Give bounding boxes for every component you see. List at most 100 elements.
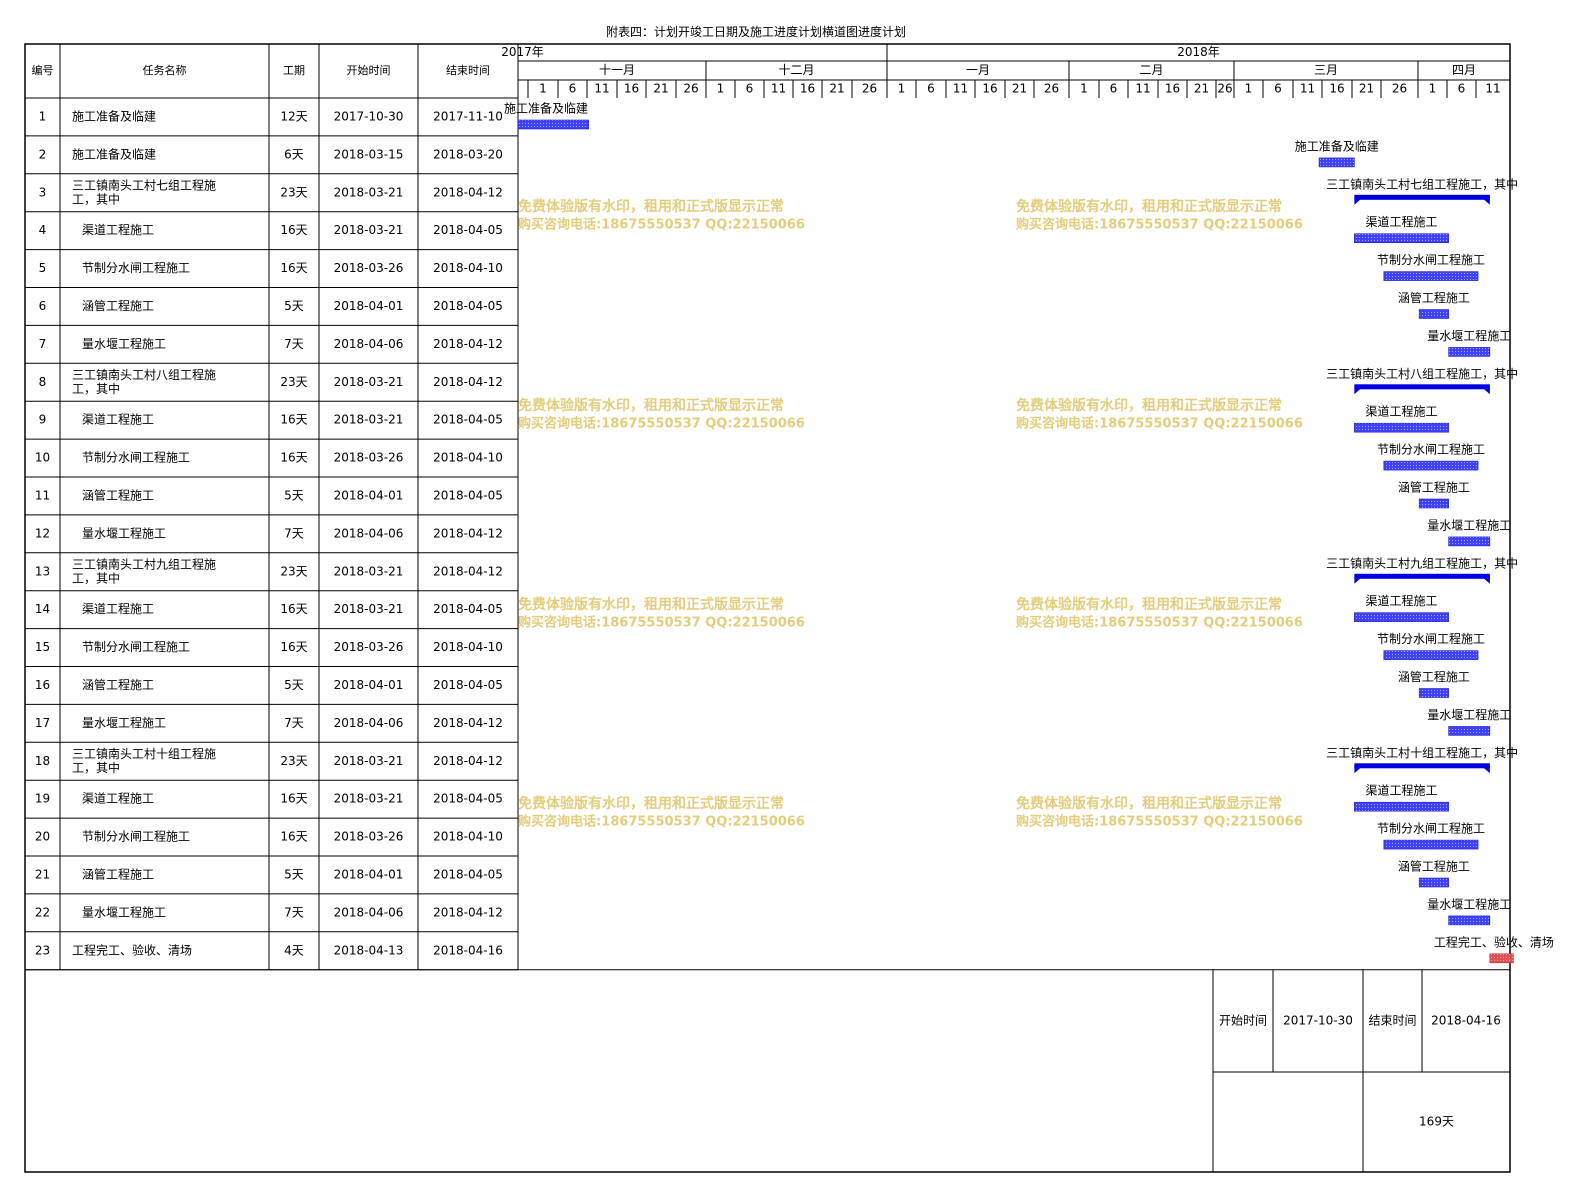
row-duration: 5天 [284,299,304,313]
row-start: 2018-03-26 [334,261,404,275]
row-name: 三工镇南头工村八组工程施 [72,367,216,382]
row-start: 2018-03-21 [334,792,404,806]
day-tick-label: 11 [771,82,786,96]
row-id: 6 [39,299,47,313]
row-start: 2017-10-30 [334,109,404,123]
bar-label: 量水堰工程施工 [1427,707,1511,722]
row-duration: 4天 [284,943,304,957]
row-id: 1 [39,109,47,123]
row-end: 2018-04-12 [433,337,503,351]
row-name: 量水堰工程施工 [82,715,166,730]
row-duration: 7天 [284,337,304,351]
row-name: 涵管工程施工 [82,487,154,502]
row-end: 2018-04-12 [433,564,503,578]
year-label: 2017年 [501,45,544,59]
bar-label: 三工镇南头工村八组工程施工，其中 [1326,366,1518,381]
row-id: 19 [35,792,50,806]
day-tick-label: 1 [717,82,725,96]
header-start: 开始时间 [347,63,391,77]
bar-label: 量水堰工程施工 [1427,328,1511,343]
watermark-line1: 免费体验版有水印，租用和正式版显示正常 [518,198,784,215]
day-tick-label: 16 [800,82,815,96]
row-start: 2018-03-21 [334,754,404,768]
row-end: 2018-04-12 [433,754,503,768]
bar-label: 三工镇南头工村七组工程施工，其中 [1326,176,1518,191]
watermark-line1: 免费体验版有水印，租用和正式版显示正常 [1016,198,1282,215]
row-end: 2018-04-05 [433,867,503,881]
row-duration: 23天 [280,564,307,578]
bar-label: 涵管工程施工 [1398,480,1470,495]
row-id: 8 [39,375,47,389]
task-bar [1383,271,1479,281]
row-duration: 16天 [280,640,307,654]
task-bar [1354,612,1449,623]
row-start: 2018-04-06 [334,526,404,540]
header-name: 任务名称 [143,63,187,77]
row-end: 2017-11-10 [433,109,503,123]
task-bar [1418,309,1449,319]
bar-label: 工程完工、验收、清场 [1434,934,1554,949]
day-tick-label: 11 [953,82,968,96]
row-name: 量水堰工程施工 [82,525,166,540]
row-end: 2018-04-05 [433,792,503,806]
row-id: 4 [39,223,47,237]
row-id: 18 [35,754,50,768]
day-tick-label: 21 [1359,82,1374,96]
task-bar [1418,688,1449,698]
bar-label: 施工准备及临建 [504,102,588,116]
row-id: 17 [35,716,50,730]
task-bar [1354,801,1449,812]
summary-total: 169天 [1419,1115,1454,1129]
bar-label: 施工准备及临建 [1295,139,1379,153]
task-bar [1448,347,1491,357]
day-tick-label: 1 [1245,82,1253,96]
bar-label: 涵管工程施工 [1398,669,1470,684]
gantt-chart: 编号 任务名称 工期 开始时间 结束时间2017年 2018年十一月 十二月 一月 二月 三月 四月… [24,43,1554,1173]
month-label: 一月 [966,63,990,77]
row-id: 13 [35,564,50,578]
row-start: 2018-04-06 [334,716,404,730]
month-label: 十一月 [599,63,635,77]
task-bar [1354,233,1449,243]
row-end: 2018-04-05 [433,223,503,237]
month-label: 四月 [1452,63,1476,77]
row-start: 2018-03-21 [334,223,404,237]
task-bar [1418,498,1449,509]
summary-end-label: 结束时间 [1368,1013,1416,1027]
row-name: 涵管工程施工 [82,298,154,313]
row-end: 2018-04-12 [433,905,503,919]
row-duration: 5天 [284,488,304,502]
row-end: 2018-04-10 [433,451,503,465]
row-duration: 5天 [284,867,304,881]
row-name: 工，其中 [72,381,120,396]
row-end: 2018-04-05 [433,678,503,692]
row-start: 2018-04-01 [334,678,404,692]
month-label: 三月 [1314,63,1338,77]
summary-bar [1354,194,1490,200]
row-id: 20 [35,830,50,844]
row-name: 工，其中 [72,570,120,585]
task-bar [1448,915,1491,926]
summary-end-value: 2018-04-16 [1431,1013,1501,1027]
row-name: 三工镇南头工村十组工程施 [72,746,216,761]
day-tick-label: 1 [1429,82,1437,96]
row-name: 渠道工程施工 [82,791,154,806]
task-bar [1489,953,1514,964]
row-start: 2018-04-06 [334,337,404,351]
row-name: 三工镇南头工村七组工程施 [72,177,216,192]
day-tick-label: 11 [1135,82,1150,96]
day-tick-label: 11 [1300,82,1315,96]
row-end: 2018-04-10 [433,640,503,654]
row-id: 21 [35,867,50,881]
day-tick-label: 21 [653,82,668,96]
row-id: 15 [35,640,50,654]
watermark-line2: 购买咨询电话:18675550537 QQ:22150066 [1016,814,1303,830]
day-tick-label: 21 [1194,82,1209,96]
watermark-line2: 购买咨询电话:18675550537 QQ:22150066 [518,814,805,830]
bar-label: 节制分水闸工程施工 [1377,821,1485,836]
row-id: 10 [35,451,50,465]
row-start: 2018-03-21 [334,185,404,199]
day-tick-label: 26 [683,82,698,96]
row-end: 2018-04-05 [433,602,503,616]
row-start: 2018-03-26 [334,640,404,654]
